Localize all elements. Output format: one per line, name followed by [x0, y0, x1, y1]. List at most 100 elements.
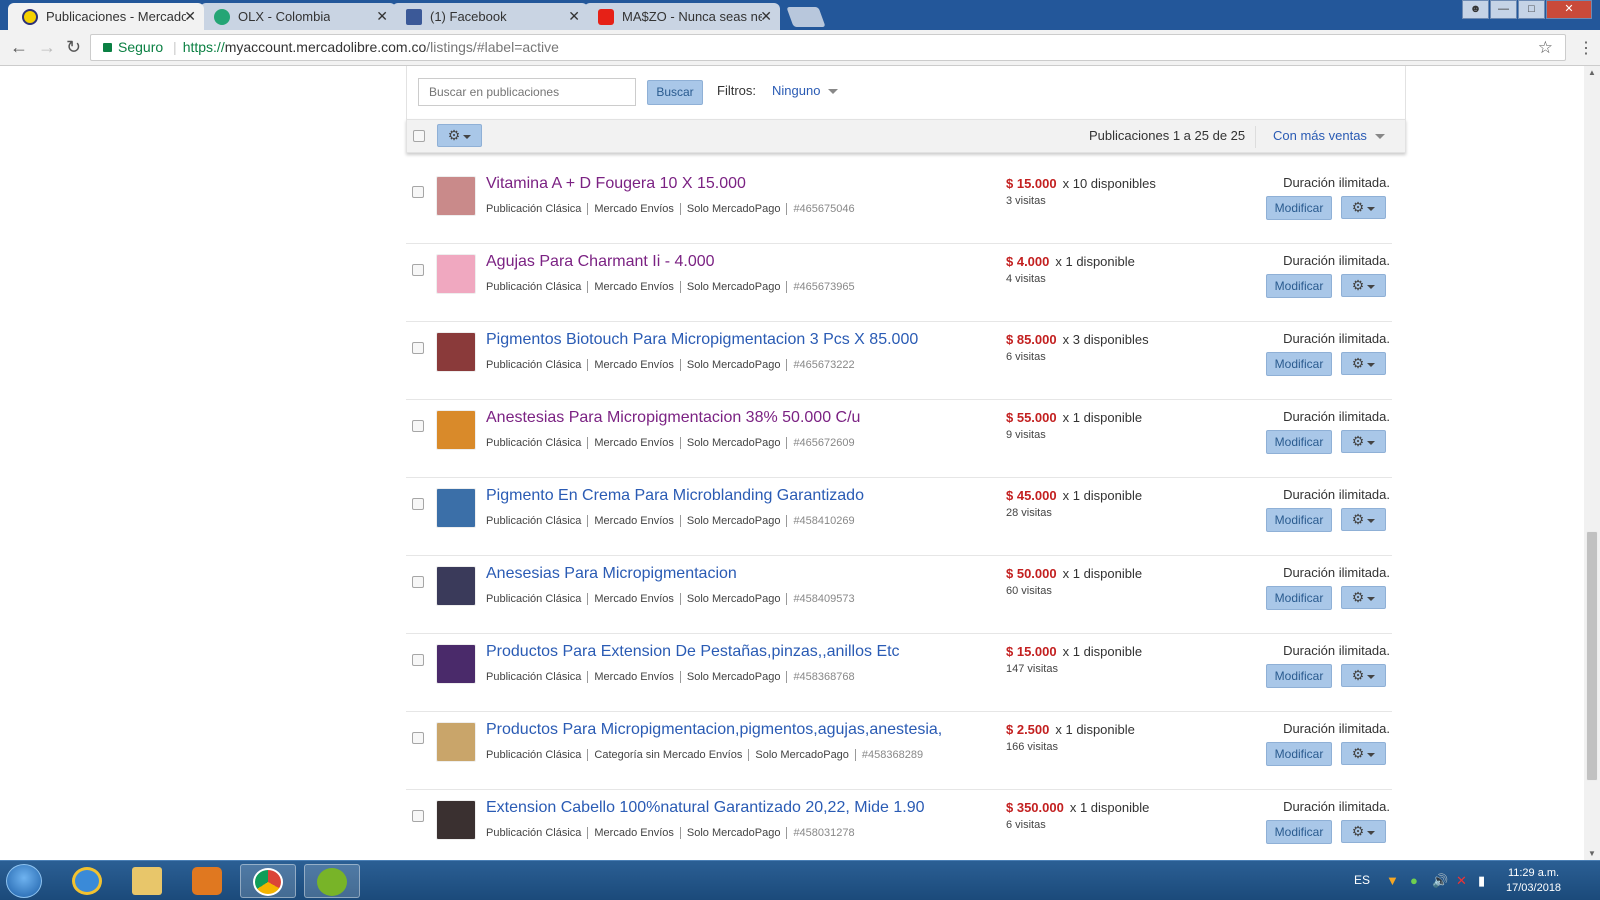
listing-checkbox[interactable] — [412, 186, 424, 198]
tab-publicaciones[interactable]: Publicaciones - Mercado ✕ — [8, 3, 204, 30]
listing-visits: 166 visitas — [1006, 741, 1058, 753]
listing-title-link[interactable]: Anestesias Para Micropigmentacion 38% 50… — [486, 409, 860, 427]
listing-actions-button[interactable]: ⚙ — [1341, 820, 1386, 843]
olx-favicon-icon — [214, 9, 230, 25]
gear-icon: ⚙ — [447, 127, 461, 143]
sort-dropdown[interactable]: Con más ventas — [1273, 128, 1385, 143]
modify-button[interactable]: Modificar — [1266, 430, 1332, 454]
listing-thumbnail[interactable] — [436, 254, 476, 294]
chrome-taskbar-icon[interactable] — [240, 864, 296, 898]
new-tab-button[interactable] — [786, 7, 826, 27]
listing-title-link[interactable]: Extension Cabello 100%natural Garantizad… — [486, 799, 925, 817]
listing-title-link[interactable]: Agujas Para Charmant Ii - 4.000 — [486, 253, 715, 271]
user-icon[interactable]: ☻ — [1462, 0, 1489, 19]
listing-id: #465675046 — [793, 203, 855, 215]
filters-dropdown[interactable]: Ninguno — [772, 83, 839, 98]
file-explorer-taskbar-icon[interactable] — [120, 864, 176, 898]
bookmark-star-icon[interactable]: ☆ — [1538, 35, 1553, 60]
listing-title-link[interactable]: Pigmentos Biotouch Para Micropigmentacio… — [486, 331, 918, 349]
tab-youtube[interactable]: MA$ZO - Nunca seas ne ✕ — [584, 3, 780, 30]
modify-button[interactable]: Modificar — [1266, 742, 1332, 766]
volume-icon[interactable]: 🔊 — [1432, 873, 1448, 889]
listing-checkbox[interactable] — [412, 264, 424, 276]
signal-icon[interactable]: ▮ — [1478, 873, 1485, 889]
scroll-up-icon[interactable]: ▲ — [1588, 68, 1596, 77]
close-tab-icon[interactable]: ✕ — [760, 8, 772, 25]
listing-actions-button[interactable]: ⚙ — [1341, 508, 1386, 531]
listing-title-link[interactable]: Productos Para Micropigmentacion,pigment… — [486, 721, 942, 739]
listing-actions-button[interactable]: ⚙ — [1341, 352, 1386, 375]
listing-actions-button[interactable]: ⚙ — [1341, 196, 1386, 219]
listing-availability: x 1 disponible — [1062, 410, 1143, 425]
tray-warning-icon[interactable]: ▼ — [1386, 873, 1399, 888]
listing-thumbnail[interactable] — [436, 722, 476, 762]
modify-button[interactable]: Modificar — [1266, 352, 1332, 376]
listing-actions-button[interactable]: ⚙ — [1341, 274, 1386, 297]
listing-actions-button[interactable]: ⚙ — [1341, 586, 1386, 609]
listing-thumbnail[interactable] — [436, 488, 476, 528]
modify-button[interactable]: Modificar — [1266, 586, 1332, 610]
chevron-down-icon — [1367, 596, 1376, 601]
listing-actions-button[interactable]: ⚙ — [1341, 742, 1386, 765]
tab-facebook[interactable]: (1) Facebook ✕ — [392, 3, 588, 30]
listing-title-link[interactable]: Anesesias Para Micropigmentacion — [486, 565, 737, 583]
listing-title-link[interactable]: Vitamina A + D Fougera 10 X 15.000 — [486, 175, 746, 193]
modify-button[interactable]: Modificar — [1266, 196, 1332, 220]
maximize-icon[interactable]: □ — [1518, 0, 1545, 19]
scroll-down-icon[interactable]: ▼ — [1588, 849, 1596, 858]
back-icon[interactable]: ← — [10, 37, 28, 58]
listing-meta: Publicación Clásica Mercado Envíos Solo Me… — [486, 515, 861, 527]
modify-button[interactable]: Modificar — [1266, 508, 1332, 532]
listing-thumbnail[interactable] — [436, 566, 476, 606]
listing-checkbox[interactable] — [412, 732, 424, 744]
listing-checkbox[interactable] — [412, 342, 424, 354]
modify-button[interactable]: Modificar — [1266, 664, 1332, 688]
minimize-icon[interactable]: — — [1490, 0, 1517, 19]
chevron-down-icon — [1367, 518, 1376, 523]
search-input[interactable] — [418, 78, 636, 106]
listing-meta-tag: Solo MercadoPago — [680, 203, 788, 215]
start-button[interactable] — [6, 864, 42, 898]
listing-thumbnail[interactable] — [436, 332, 476, 372]
bulk-actions-button[interactable]: ⚙ — [437, 124, 482, 147]
utorrent-taskbar-icon[interactable] — [304, 864, 360, 898]
modify-button[interactable]: Modificar — [1266, 274, 1332, 298]
listing-checkbox[interactable] — [412, 498, 424, 510]
close-tab-icon[interactable]: ✕ — [184, 8, 196, 25]
forward-icon[interactable]: → — [38, 37, 56, 58]
listing-thumbnail[interactable] — [436, 410, 476, 450]
page-scrollbar[interactable]: ▲ ▼ — [1584, 66, 1600, 860]
network-error-icon[interactable]: ✕ — [1456, 873, 1467, 889]
listing-thumbnail[interactable] — [436, 176, 476, 216]
listing-checkbox[interactable] — [412, 810, 424, 822]
scrollbar-thumb[interactable] — [1586, 531, 1598, 781]
modify-button[interactable]: Modificar — [1266, 820, 1332, 844]
listing-thumbnail[interactable] — [436, 644, 476, 684]
browser-menu-icon[interactable]: ⋮ — [1578, 38, 1594, 58]
listing-actions-button[interactable]: ⚙ — [1341, 664, 1386, 687]
listing-meta-tag: Solo MercadoPago — [680, 827, 788, 839]
reload-icon[interactable]: ↻ — [66, 37, 81, 58]
tray-utorrent-icon[interactable]: ● — [1410, 873, 1418, 888]
system-clock[interactable]: 11:29 a.m. 17/03/2018 — [1506, 866, 1561, 896]
listing-actions-button[interactable]: ⚙ — [1341, 430, 1386, 453]
listing-checkbox[interactable] — [412, 576, 424, 588]
url-input[interactable]: Seguro | https://myaccount.mercadolibre.c… — [90, 34, 1566, 61]
close-tab-icon[interactable]: ✕ — [376, 8, 388, 25]
listing-thumbnail[interactable] — [436, 800, 476, 840]
tab-olx[interactable]: OLX - Colombia ✕ — [200, 3, 396, 30]
close-window-icon[interactable]: ✕ — [1546, 0, 1592, 19]
listing-checkbox[interactable] — [412, 420, 424, 432]
media-player-taskbar-icon[interactable] — [180, 864, 236, 898]
select-all-checkbox[interactable] — [413, 130, 425, 142]
search-button[interactable]: Buscar — [647, 80, 703, 105]
close-tab-icon[interactable]: ✕ — [568, 8, 580, 25]
listing-title-link[interactable]: Pigmento En Crema Para Microblanding Gar… — [486, 487, 864, 505]
listing-meta: Publicación Clásica Mercado Envíos Solo Me… — [486, 593, 861, 605]
listing-checkbox[interactable] — [412, 654, 424, 666]
language-indicator[interactable]: ES — [1354, 873, 1370, 887]
listing-title-link[interactable]: Productos Para Extension De Pestañas,pin… — [486, 643, 900, 661]
listing-availability: x 1 disponible — [1069, 800, 1150, 815]
gear-icon: ⚙ — [1351, 277, 1365, 293]
internet-explorer-taskbar-icon[interactable] — [60, 864, 116, 898]
